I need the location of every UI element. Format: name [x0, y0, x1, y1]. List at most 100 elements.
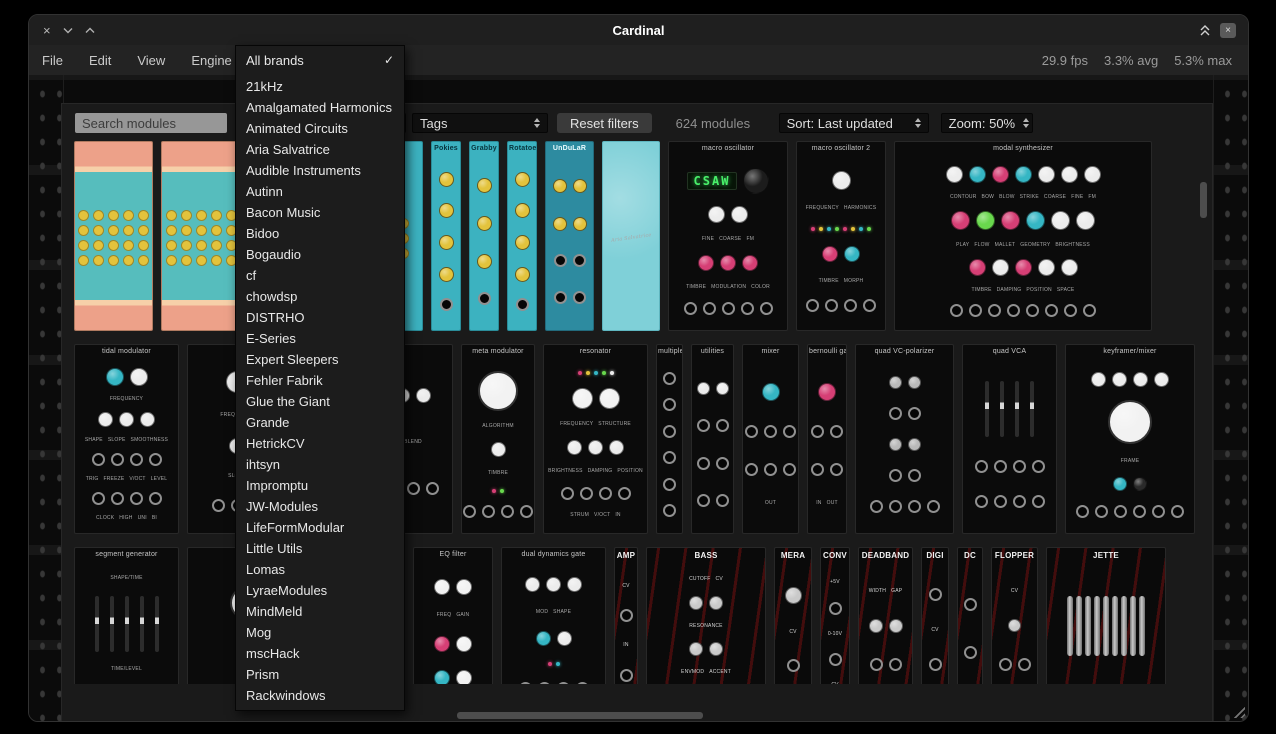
- module-card-dc[interactable]: DCANALOG: [957, 547, 983, 684]
- brand-menu-item[interactable]: Expert Sleepers: [236, 349, 404, 370]
- zoom-select[interactable]: Zoom: 50%: [941, 113, 1033, 133]
- module-card-mixer[interactable]: mixerOUT: [742, 344, 799, 534]
- module-card-pokies[interactable]: Pokies: [431, 141, 461, 331]
- module-card-undular[interactable]: UnDuLaR: [545, 141, 594, 331]
- menubar-item-view[interactable]: View: [124, 53, 178, 68]
- port-jack: [716, 457, 729, 470]
- module-card-conv[interactable]: CONV+5V0-10VCV: [820, 547, 850, 684]
- brand-menu-item[interactable]: DISTRHO: [236, 307, 404, 328]
- module-body: [162, 146, 241, 330]
- panel-label: FREQUENCY: [110, 396, 143, 402]
- brand-menu-item[interactable]: Amalgamated Harmonics: [236, 97, 404, 118]
- brand-menu-item[interactable]: Mog: [236, 622, 404, 643]
- brand-menu-item[interactable]: mscHack: [236, 643, 404, 664]
- brand-menu-item[interactable]: Autinn: [236, 181, 404, 202]
- module-card-quad-vc-polarizer[interactable]: quad VC-polarizer: [855, 344, 954, 534]
- knob-row: [553, 217, 587, 231]
- brand-menu-item[interactable]: ihtsyn: [236, 454, 404, 475]
- brand-menu-item[interactable]: 21kHz: [236, 76, 404, 97]
- module-card-deadband[interactable]: DEADBANDWIDTHGAP: [858, 547, 913, 684]
- horizontal-scrollbar-thumb[interactable]: [457, 712, 703, 719]
- module-card-tidal-modulator[interactable]: tidal modulatorFREQUENCYSHAPESLOPESMOOTH…: [74, 344, 179, 534]
- module-card-flopper[interactable]: FLOPPERCV: [991, 547, 1038, 684]
- menubar-item-file[interactable]: File: [29, 53, 76, 68]
- brand-menu-item[interactable]: Glue the Giant: [236, 391, 404, 412]
- module-card-digi[interactable]: DIGICV: [921, 547, 949, 684]
- knob: [1015, 166, 1032, 183]
- module-card-segment-generator[interactable]: segment generatorSHAPE/TIMETIME/LEVELGAT…: [74, 547, 179, 684]
- brand-menu-item[interactable]: Bacon Music: [236, 202, 404, 223]
- double-chevron-up-icon[interactable]: [1199, 24, 1211, 37]
- brand-menu-item[interactable]: LifeFormModular: [236, 517, 404, 538]
- module-card-bass[interactable]: BASSCUTOFFCVRESONANCEENVMODACCENTDECAYGA…: [646, 547, 766, 684]
- module-card-eq-filter[interactable]: EQ filterFREQGAIN: [413, 547, 493, 684]
- tags-select[interactable]: Tags: [412, 113, 548, 133]
- module-card-macro-oscillator[interactable]: macro oscillatorCSAWFINECOARSEFMTIMBREMO…: [668, 141, 788, 331]
- module-card-meta-modulator[interactable]: meta modulatorALGORITHMTIMBRE: [461, 344, 535, 534]
- sort-select[interactable]: Sort: Last updated: [779, 113, 929, 133]
- slider-row: [95, 596, 159, 652]
- port-jack: [889, 658, 902, 671]
- port-jack: [149, 492, 162, 505]
- vertical-scrollbar-thumb[interactable]: [1200, 182, 1207, 218]
- brand-menu-item[interactable]: Lomas: [236, 559, 404, 580]
- brand-menu-item[interactable]: Bidoo: [236, 223, 404, 244]
- search-input[interactable]: [75, 113, 227, 133]
- window-close-icon[interactable]: ×: [43, 24, 51, 37]
- module-card-quad-vca[interactable]: quad VCA: [962, 344, 1057, 534]
- module-card-utilities[interactable]: utilities: [691, 344, 734, 534]
- module-card[interactable]: [161, 141, 242, 331]
- module-title: UnDuLaR: [546, 142, 593, 153]
- brand-menu-item[interactable]: Animated Circuits: [236, 118, 404, 139]
- brand-menu-item[interactable]: E-Series: [236, 328, 404, 349]
- brand-menu-item[interactable]: Little Utils: [236, 538, 404, 559]
- close-box-icon[interactable]: ×: [1220, 23, 1236, 38]
- knob: [546, 577, 561, 592]
- brand-menu-item[interactable]: LyraeModules: [236, 580, 404, 601]
- brand-menu-item[interactable]: Impromptu: [236, 475, 404, 496]
- reset-filters-button[interactable]: Reset filters: [557, 113, 652, 133]
- module-card-grabby[interactable]: Grabby: [469, 141, 499, 331]
- knob: [1091, 372, 1106, 387]
- chevron-up-icon[interactable]: [85, 27, 95, 34]
- brand-menu-item[interactable]: Fehler Fabrik: [236, 370, 404, 391]
- module-card[interactable]: Aria Salvatrice: [602, 141, 660, 331]
- brand-menu-item[interactable]: MindMeld: [236, 601, 404, 622]
- port-row: [478, 292, 491, 305]
- port-jack: [618, 487, 631, 500]
- module-card-macro-oscillator-2[interactable]: macro oscillator 2FREQUENCYHARMONICSTIMB…: [796, 141, 886, 331]
- brand-menu-item[interactable]: Aria Salvatrice: [236, 139, 404, 160]
- module-card-dual-dynamics-gate[interactable]: dual dynamics gateMODSHAPEEXCITEINEXCITE…: [501, 547, 606, 684]
- menubar-item-edit[interactable]: Edit: [76, 53, 124, 68]
- brand-menu-item[interactable]: Rackwindows: [236, 685, 404, 706]
- led: [610, 371, 614, 375]
- port-row: [554, 254, 586, 267]
- module-card-bernoulli-gate[interactable]: bernoulli gateINOUT: [807, 344, 847, 534]
- module-card-keyframer-mixer[interactable]: keyframer/mixerFRAME: [1065, 344, 1195, 534]
- brand-menu-item[interactable]: Prism: [236, 664, 404, 685]
- module-card-resonator[interactable]: resonatorFREQUENCYSTRUCTUREBRIGHTNESSDAM…: [543, 344, 648, 534]
- module-card[interactable]: [74, 141, 153, 331]
- module-card-rotatoes[interactable]: Rotatoes: [507, 141, 537, 331]
- module-card-modal-synthesizer[interactable]: modal synthesizerCONTOURBOWBLOWSTRIKECOA…: [894, 141, 1152, 331]
- brand-menu-item[interactable]: chowdsp: [236, 286, 404, 307]
- module-card-amp[interactable]: AMPCVIN: [614, 547, 638, 684]
- brand-menu-item[interactable]: Grande: [236, 412, 404, 433]
- brand-menu-item[interactable]: HetrickCV: [236, 433, 404, 454]
- knob: [976, 211, 995, 230]
- brand-menu-item-all-brands[interactable]: All brands ✓: [236, 50, 404, 71]
- brand-menu-item[interactable]: Bogaudio: [236, 244, 404, 265]
- slider: [95, 596, 99, 652]
- module-card-jette[interactable]: JETTE: [1046, 547, 1166, 684]
- brand-menu-item[interactable]: cf: [236, 265, 404, 286]
- port-jack: [92, 453, 105, 466]
- knob: [439, 267, 454, 282]
- chevron-down-icon[interactable]: [63, 27, 73, 34]
- brand-menu-item[interactable]: JW-Modules: [236, 496, 404, 517]
- module-card-multiples[interactable]: multiples: [656, 344, 683, 534]
- module-card-mera[interactable]: MERACV: [774, 547, 812, 684]
- knob: [1133, 372, 1148, 387]
- brand-menu-item[interactable]: Audible Instruments: [236, 160, 404, 181]
- knob: [869, 619, 883, 633]
- knob-row: [1091, 372, 1169, 387]
